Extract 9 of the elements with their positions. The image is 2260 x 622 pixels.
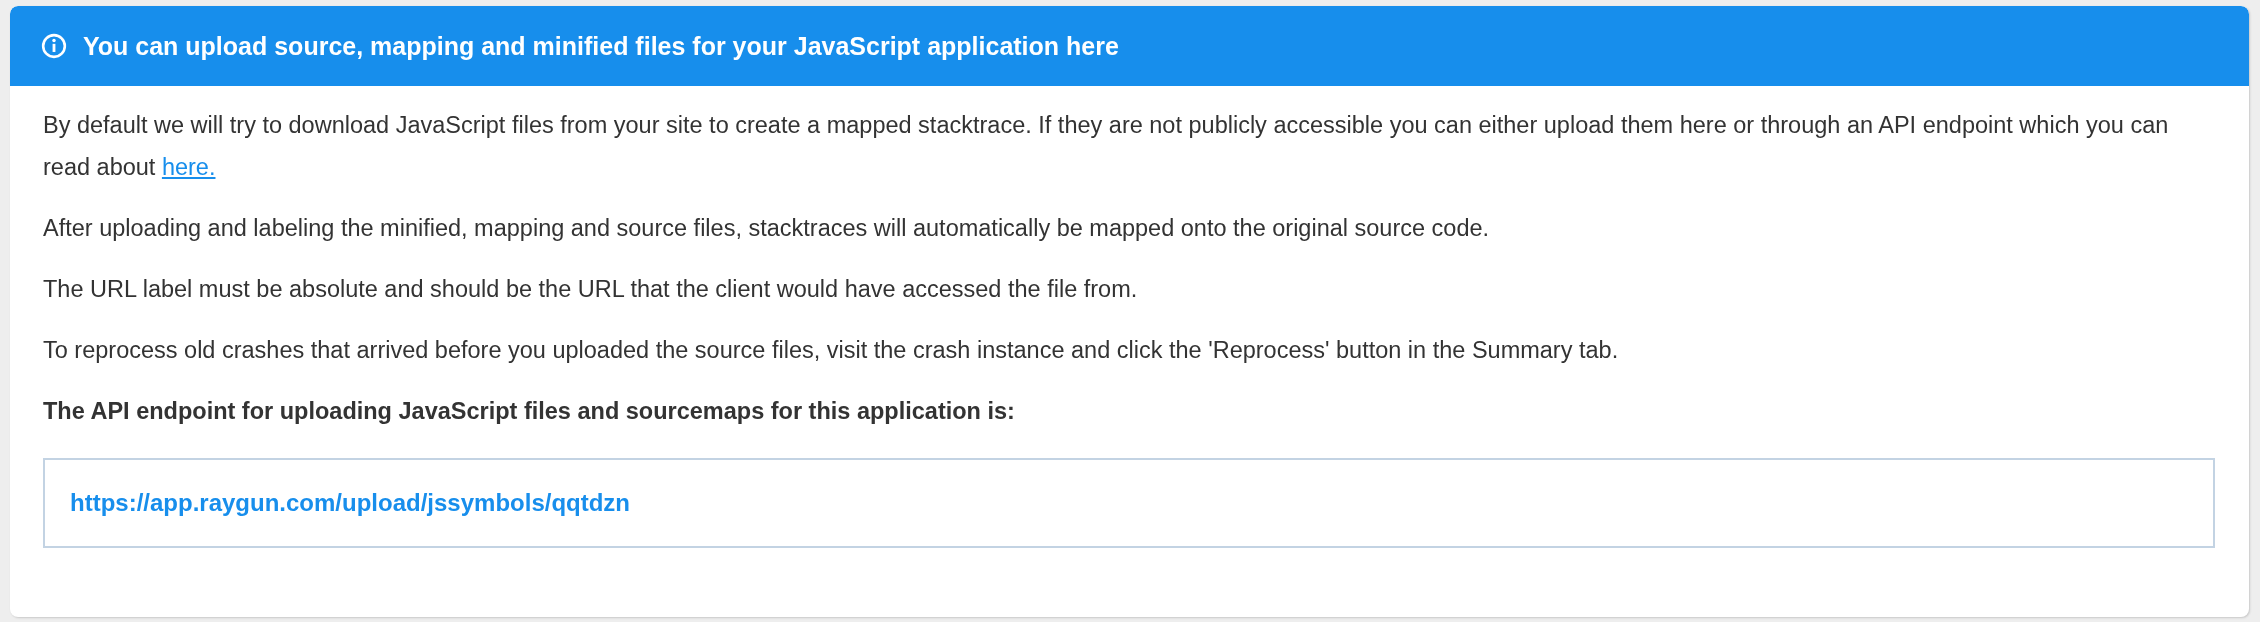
endpoint-label: The API endpoint for uploading JavaScript files and sourcemaps for this application is:	[43, 397, 1016, 426]
info-paragraph: By default we will try to download JavaScript files from your site to create a mapped stacktrace. If they are not publicly accessible you can either upload them here or through an API endpoint which you can read about here.	[43, 111, 2170, 182]
info-icon	[41, 33, 67, 59]
info-paragraph: To reprocess old crashes that arrived before you uploaded the source files, visit the crash instance and click the 'Reprocess' button in the Summary tab.	[43, 336, 1620, 365]
docs-link[interactable]: here.	[161, 154, 216, 180]
panel-title: You can upload source, mapping and minified files for your JavaScript application here	[83, 31, 1119, 61]
info-paragraph: After uploading and labeling the minified, mapping and source files, stacktraces will automatically be mapped onto the original source code.	[43, 214, 1491, 243]
endpoint-url[interactable]: https://app.raygun.com/upload/jssymbols/qqtdzn	[70, 482, 631, 524]
info-paragraph: The URL label must be absolute and should be the URL that the client would have accessed the file from.	[43, 275, 1139, 304]
